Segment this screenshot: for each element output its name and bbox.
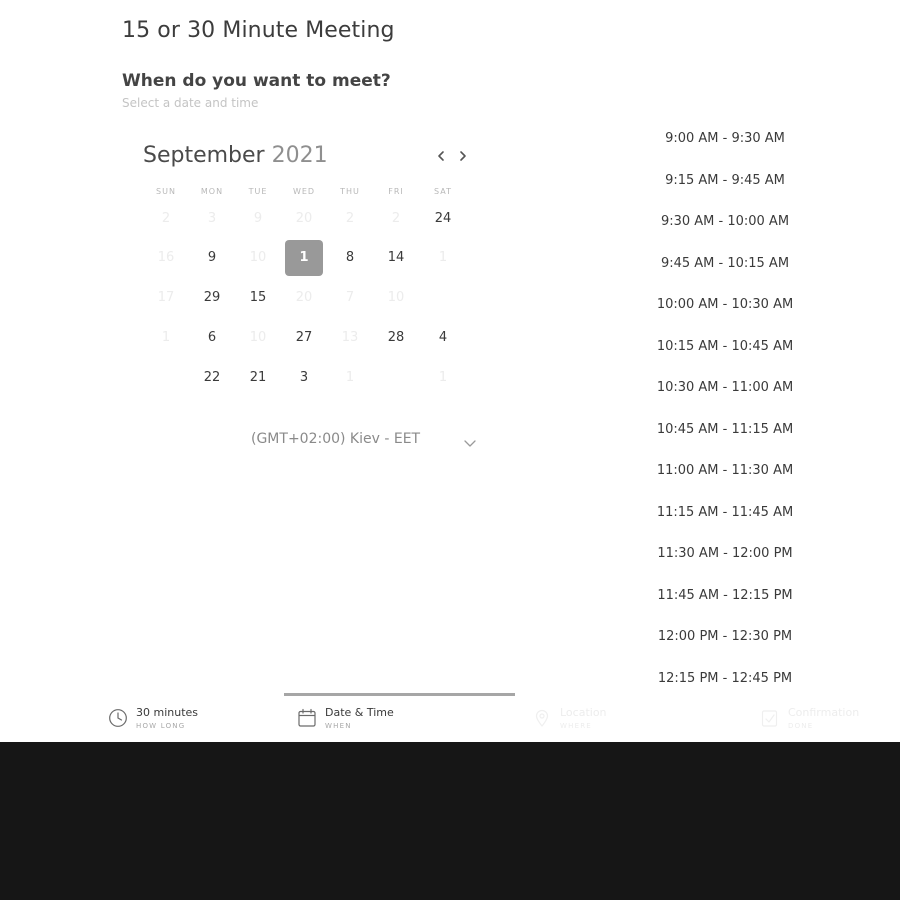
calendar-day: 3 [207,211,217,226]
weekday-label: FRI [388,187,404,196]
calendar-day: 16 [157,250,175,265]
step-date-time[interactable]: Date & Time WHEN [297,704,447,736]
timezone-select[interactable]: (GMT+02:00) Kiev - EET [251,431,481,453]
previous-month-button[interactable] [432,145,450,167]
calendar-day[interactable]: 21 [239,360,277,396]
weekday-label: THU [340,187,360,196]
calendar-day [424,280,462,316]
calendar-day: 17 [157,290,175,305]
calendar-day [377,360,415,396]
calendar-month: September [143,143,265,168]
calendar-icon [297,708,317,732]
step-location-label: Location [560,706,607,719]
scheduling-hint: Select a date and time [122,96,259,110]
calendar-day: 10 [249,330,267,345]
time-slot-button[interactable]: 11:30 AM - 12:00 PM [640,539,810,569]
booking-page: 15 or 30 Minute Meeting When do you want… [0,0,900,900]
chevron-down-icon [463,437,477,453]
footer-dark-band [0,742,900,900]
calendar-day: 9 [253,211,263,226]
meeting-title: 15 or 30 Minute Meeting [122,18,395,43]
calendar-day[interactable]: 3 [285,360,323,396]
active-step-indicator [284,693,515,696]
checkmark-icon [760,708,780,732]
calendar-day[interactable]: 4 [424,320,462,356]
time-slot-button[interactable]: 12:00 PM - 12:30 PM [640,622,810,652]
step-duration-label: 30 minutes [136,706,199,719]
calendar-day[interactable]: 8 [331,240,369,276]
step-duration-sublabel: HOW LONG [136,722,186,730]
time-slot-button[interactable]: 9:30 AM - 10:00 AM [640,207,810,237]
calendar-day [147,360,185,396]
weekday-label: TUE [248,187,268,196]
time-slot-button[interactable]: 9:15 AM - 9:45 AM [640,166,810,196]
calendar-day: 7 [345,290,355,305]
calendar-day[interactable]: 28 [377,320,415,356]
calendar-day: 2 [345,211,355,226]
calendar-day: 1 [345,370,355,385]
weekday-label: WED [292,187,316,196]
time-slot-button[interactable]: 10:00 AM - 10:30 AM [640,290,810,320]
calendar-year: 2021 [271,143,328,168]
step-duration[interactable]: 30 minutes HOW LONG [108,704,258,736]
step-location-sublabel: WHERE [560,722,592,730]
calendar-day: 20 [295,211,313,226]
clock-icon [108,708,128,732]
booking-panel: 15 or 30 Minute Meeting When do you want… [0,0,900,742]
calendar-day: 1 [438,250,448,265]
calendar-day[interactable]: 6 [193,320,231,356]
chevron-right-icon [454,145,472,167]
chevron-left-icon [432,145,450,167]
weekday-label: SAT [434,187,452,196]
time-slot-button[interactable]: 11:00 AM - 11:30 AM [640,456,810,486]
time-slot-button[interactable]: 11:45 AM - 12:15 PM [640,581,810,611]
time-slot-button[interactable]: 9:45 AM - 10:15 AM [640,249,810,279]
calendar-month-year: September 2021 [143,143,328,168]
weekday-label: MON [200,187,224,196]
calendar-day: 13 [341,330,359,345]
step-date-time-sublabel: WHEN [325,722,352,730]
calendar-day[interactable]: 15 [239,280,277,316]
calendar-day-selected[interactable]: 1 [285,240,323,276]
calendar-day[interactable]: 29 [193,280,231,316]
step-confirmation-label: Confirmation [788,706,860,719]
calendar-day[interactable]: 9 [193,240,231,276]
calendar-day: 1 [161,330,171,345]
calendar-day: 1 [438,370,448,385]
calendar-day[interactable]: 22 [193,360,231,396]
calendar-day: 20 [295,290,313,305]
step-confirmation-sublabel: DONE [788,722,814,730]
time-slot-button[interactable]: 10:30 AM - 11:00 AM [640,373,810,403]
step-confirmation[interactable]: Confirmation DONE [760,704,895,736]
time-slot-button[interactable]: 9:00 AM - 9:30 AM [640,124,810,154]
time-slot-button[interactable]: 10:15 AM - 10:45 AM [640,332,810,362]
calendar-day[interactable]: 24 [424,201,462,237]
calendar-day: 2 [161,211,171,226]
calendar-day: 2 [391,211,401,226]
next-month-button[interactable] [454,145,472,167]
calendar-day[interactable]: 14 [377,240,415,276]
weekday-label: SUN [156,187,176,196]
time-slot-button[interactable]: 10:45 AM - 11:15 AM [640,415,810,445]
step-date-time-label: Date & Time [325,706,394,719]
calendar-day: 10 [387,290,405,305]
calendar-day: 10 [249,250,267,265]
time-slot-button[interactable]: 12:15 PM - 12:45 PM [640,664,810,694]
calendar-day[interactable]: 27 [285,320,323,356]
scheduling-question: When do you want to meet? [122,71,391,91]
location-pin-icon [532,708,552,732]
step-location[interactable]: Location WHERE [532,704,682,736]
timezone-label: (GMT+02:00) Kiev - EET [251,431,421,447]
time-slot-button[interactable]: 11:15 AM - 11:45 AM [640,498,810,528]
